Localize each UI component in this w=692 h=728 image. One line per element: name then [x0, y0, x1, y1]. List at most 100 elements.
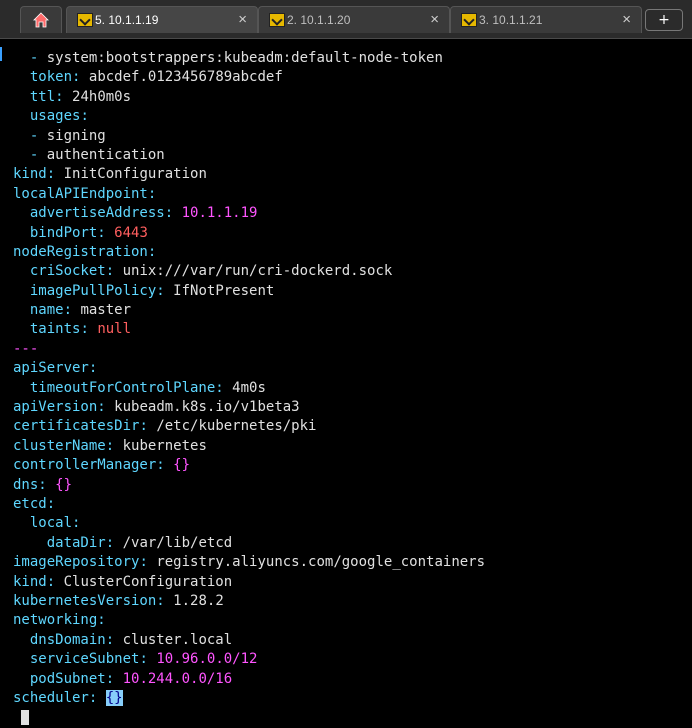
colon: :	[72, 69, 81, 86]
colon: :	[139, 554, 148, 571]
yaml-value: authentication	[46, 146, 165, 163]
yaml-key: dataDir	[46, 534, 106, 551]
code-line: scheduler: {}	[13, 689, 485, 708]
yaml-key: taints	[29, 321, 81, 338]
yaml-key: networking	[13, 612, 98, 629]
code-line: serviceSubnet: 10.96.0.0/12	[13, 650, 485, 669]
yaml-key: serviceSubnet	[29, 651, 140, 668]
yaml-value: InitConfiguration	[63, 166, 207, 183]
yaml-key: nodeRegistration	[13, 243, 148, 260]
code-line: timeoutForControlPlane: 4m0s	[13, 379, 485, 398]
plus-icon: +	[658, 12, 670, 28]
yaml-key: controllerManager	[13, 457, 157, 474]
yaml-value: 1.28.2	[173, 592, 224, 609]
yaml-value: {}	[105, 689, 123, 706]
yaml-key: criSocket	[29, 263, 106, 280]
yaml-key: localAPIEndpoint	[13, 185, 148, 202]
code-line: bindPort: 6443	[13, 224, 485, 243]
code-line: ttl: 24h0m0s	[13, 88, 485, 107]
home-tab[interactable]	[20, 6, 62, 33]
code-line: criSocket: unix:///var/run/cri-dockerd.s…	[13, 262, 485, 281]
scroll-indicator	[0, 47, 2, 61]
yaml-value: signing	[46, 127, 106, 144]
colon: :	[147, 243, 157, 260]
yaml-value: registry.aliyuncs.com/google_containers	[156, 554, 486, 571]
colon: :	[156, 457, 165, 474]
yaml-value: 24h0m0s	[72, 88, 132, 105]
yaml-key: advertiseAddress	[29, 205, 165, 222]
colon: :	[97, 612, 106, 629]
code-line: certificatesDir: /etc/kubernetes/pki	[13, 417, 485, 436]
colon: :	[46, 573, 56, 590]
yaml-value: {}	[55, 476, 73, 493]
code-line: nodeRegistration:	[13, 243, 485, 262]
colon: :	[139, 651, 148, 668]
yaml-key: kubernetesVersion	[13, 592, 157, 609]
yaml-value: /var/lib/etcd	[122, 534, 233, 551]
tab-session-20[interactable]: 2. 10.1.1.20 ×	[258, 6, 450, 33]
code-line: controllerManager: {}	[13, 456, 485, 475]
yaml-value: cluster.local	[122, 631, 233, 648]
yaml-key: bindPort	[29, 224, 98, 241]
code-line: networking:	[13, 611, 485, 630]
colon: :	[105, 534, 115, 551]
list-marker: -	[29, 127, 47, 144]
document-separator: ---	[13, 340, 39, 357]
close-icon[interactable]: ×	[622, 11, 631, 28]
yaml-key: token	[29, 69, 73, 86]
colon: :	[80, 321, 89, 338]
code-line: taints: null	[13, 320, 485, 339]
colon: :	[105, 670, 115, 687]
terminal-editor[interactable]: - system:bootstrappers:kubeadm:default-n…	[0, 39, 692, 725]
code-line: dnsDomain: cluster.local	[13, 631, 485, 650]
colon: :	[80, 108, 89, 125]
home-icon	[33, 12, 49, 28]
colon: :	[38, 476, 47, 493]
colon: :	[105, 631, 115, 648]
colon: :	[97, 224, 106, 241]
yaml-key: timeoutForControlPlane	[29, 379, 216, 396]
colon: :	[164, 205, 174, 222]
code-line: advertiseAddress: 10.1.1.19	[13, 204, 485, 223]
text-cursor	[21, 709, 29, 725]
colon: :	[97, 399, 106, 416]
code-line: name: master	[13, 301, 485, 320]
new-tab-button[interactable]: +	[645, 9, 683, 31]
code-line: - signing	[13, 127, 485, 146]
yaml-value: 10.96.0.0/12	[156, 651, 258, 668]
yaml-value: null	[97, 321, 132, 338]
code-line: - authentication	[13, 146, 485, 165]
cursor-line	[13, 708, 485, 727]
yaml-key: kind	[13, 166, 47, 183]
colon: :	[215, 379, 224, 396]
code-line: dns: {}	[13, 476, 485, 495]
yaml-key: apiServer	[13, 360, 89, 377]
terminal-session-icon	[77, 13, 93, 27]
close-icon[interactable]: ×	[238, 11, 247, 28]
tab-session-21[interactable]: 3. 10.1.1.21 ×	[450, 6, 642, 33]
code-line: kind: ClusterConfiguration	[13, 573, 485, 592]
code-line: dataDir: /var/lib/etcd	[13, 534, 485, 553]
yaml-value: 10.1.1.19	[181, 205, 258, 222]
tab-session-19[interactable]: 5. 10.1.1.19 ×	[66, 6, 258, 33]
yaml-key: clusterName	[13, 437, 106, 454]
yaml-value: 6443	[114, 224, 148, 241]
tab-bar: 5. 10.1.1.19 × 2. 10.1.1.20 × 3. 10.1.1.…	[0, 0, 692, 39]
code-line: token: abcdef.0123456789abcdef	[13, 68, 485, 87]
code-line: clusterName: kubernetes	[13, 437, 485, 456]
yaml-value: abcdef.0123456789abcdef	[88, 69, 283, 86]
yaml-value: system:bootstrappers:kubeadm:default-nod…	[46, 50, 443, 66]
close-icon[interactable]: ×	[430, 11, 439, 28]
yaml-key: imageRepository	[13, 554, 140, 571]
